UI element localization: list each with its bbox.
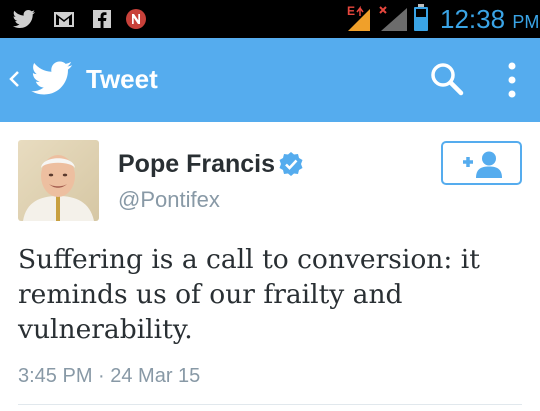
gmail-icon	[54, 12, 74, 27]
back-icon[interactable]	[6, 64, 22, 94]
divider	[18, 404, 522, 405]
status-time-value: 12:38	[440, 4, 506, 34]
tweet-timestamp[interactable]: 3:45 PM · 24 Mar 15	[18, 362, 200, 390]
twitter-icon	[12, 10, 35, 28]
status-bar: E 12:38 PM	[0, 0, 540, 38]
verified-badge-icon	[279, 152, 303, 176]
signal-bars-icon	[379, 6, 407, 31]
battery-icon	[414, 4, 428, 31]
overflow-menu-icon[interactable]	[500, 60, 524, 100]
author-handle[interactable]: @Pontifex	[118, 185, 220, 215]
status-time: 12:38 PM	[440, 4, 539, 37]
page-title: Tweet	[86, 64, 158, 94]
author-name[interactable]: Pope Francis	[118, 148, 275, 180]
twitter-bird-icon[interactable]	[28, 56, 76, 100]
follow-button[interactable]	[441, 141, 522, 185]
edge-signal-icon: E	[347, 4, 370, 31]
facebook-icon	[93, 10, 111, 28]
add-user-icon	[463, 151, 502, 178]
tweet-text: Suffering is a call to conversion: it re…	[18, 244, 480, 345]
status-time-ampm: PM	[512, 12, 540, 32]
news-icon	[126, 9, 146, 29]
action-bar: Tweet	[0, 38, 540, 122]
avatar[interactable]	[18, 140, 99, 221]
search-icon[interactable]	[428, 60, 466, 98]
avatar-image	[18, 140, 99, 221]
svg-text:E: E	[347, 4, 355, 18]
